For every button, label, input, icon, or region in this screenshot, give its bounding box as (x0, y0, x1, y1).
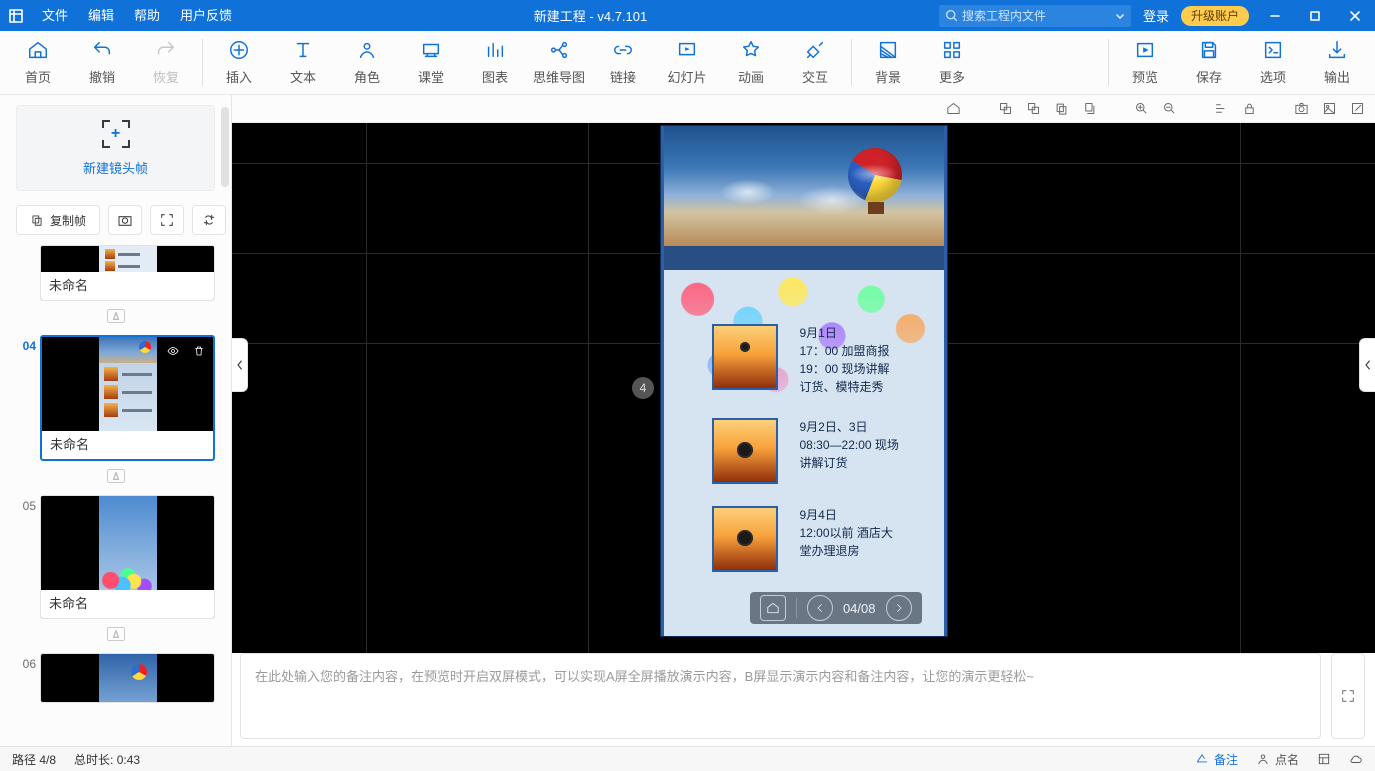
ribbon-slide[interactable]: 幻灯片 (655, 31, 719, 94)
ribbon-save[interactable]: 保存 (1177, 31, 1241, 94)
ribbon-more[interactable]: 更多 (920, 31, 984, 94)
status-notes-button[interactable]: 备注 (1195, 751, 1238, 768)
new-frame-button[interactable]: + 新建镜头帧 (16, 105, 215, 191)
ribbon-bg[interactable]: 背景 (856, 31, 920, 94)
tool-bring-front-icon[interactable] (997, 101, 1013, 117)
slide-number: 06 (16, 657, 36, 671)
title-bar: 文件 编辑 帮助 用户反馈 新建工程 - v4.7.101 搜索工程内文件 登录… (0, 0, 1375, 31)
status-path: 路径 4/8 (12, 751, 56, 768)
ribbon-class[interactable]: 课堂 (399, 31, 463, 94)
window-title: 新建工程 - v4.7.101 (242, 6, 939, 25)
tool-clone-icon[interactable] (1053, 101, 1069, 117)
schedule-item-2: 9月2日、3日 08:30—22:00 现场 讲解订货 (712, 418, 926, 484)
ribbon-home[interactable]: 首页 (6, 31, 70, 94)
ribbon-export[interactable]: 输出 (1305, 31, 1369, 94)
loop-button[interactable] (192, 205, 226, 235)
menu-feedback[interactable]: 用户反馈 (170, 0, 242, 31)
tool-lock-icon[interactable] (1241, 101, 1257, 117)
search-placeholder: 搜索工程内文件 (962, 7, 1115, 24)
slide-caption: 未命名 (41, 272, 214, 300)
notes-expand-button[interactable] (1331, 653, 1365, 739)
hero-image (664, 126, 944, 246)
ribbon-preview[interactable]: 预览 (1113, 31, 1177, 94)
minimize-button[interactable] (1255, 0, 1295, 31)
tool-align-icon[interactable] (1213, 101, 1229, 117)
ribbon-insert[interactable]: 插入 (207, 31, 271, 94)
editor-top-tools (232, 95, 1375, 123)
tool-edit-icon[interactable] (1349, 101, 1365, 117)
notes-input[interactable]: 在此处输入您的备注内容，在预览时开启双屏模式，可以实现A屏全屏播放演示内容，B屏… (240, 653, 1321, 739)
tool-home-icon[interactable] (945, 101, 961, 117)
ribbon-anim[interactable]: 动画 (719, 31, 783, 94)
status-duration: 总时长: 0:43 (74, 751, 140, 768)
main-menu: 文件 编辑 帮助 用户反馈 (32, 0, 242, 31)
new-frame-label: 新建镜头帧 (83, 158, 148, 177)
close-button[interactable] (1335, 0, 1375, 31)
slide-item-06[interactable]: 06 (16, 653, 215, 703)
search-dropdown-icon[interactable] (1115, 11, 1125, 21)
tool-zoom-in-icon[interactable] (1133, 101, 1149, 117)
notes-area: 在此处输入您的备注内容，在预览时开启双屏模式，可以实现A屏全屏播放演示内容，B屏… (240, 653, 1365, 739)
canvas-nav-overlay: 04/08 (750, 592, 922, 624)
ribbon-chart[interactable]: 图表 (463, 31, 527, 94)
menu-help[interactable]: 帮助 (124, 0, 170, 31)
phone-artboard[interactable]: 9月1日 17：00 加盟商报 19：00 现场讲解 订货、模特走秀 9月2日、… (661, 126, 947, 636)
slide-caption: 未命名 (42, 431, 213, 459)
search-box[interactable]: 搜索工程内文件 (939, 5, 1131, 27)
slide-delete-icon[interactable] (189, 341, 209, 361)
overlay-home-button[interactable] (760, 595, 786, 621)
slide-item-05[interactable]: 05 未命名 (16, 495, 215, 619)
app-logo-icon (0, 8, 32, 24)
slide-item-03[interactable]: 未命名 (16, 245, 215, 301)
transition-marker[interactable] (107, 627, 125, 641)
overlay-page-indicator: 04/08 (843, 601, 876, 616)
slide-panel: + 新建镜头帧 复制帧 (0, 95, 232, 746)
overlay-prev-button[interactable] (807, 595, 833, 621)
copy-frame-button[interactable]: 复制帧 (16, 205, 100, 235)
ribbon-link[interactable]: 链接 (591, 31, 655, 94)
slide-item-04[interactable]: 04 (16, 335, 215, 461)
ribbon-undo[interactable]: 撤销 (70, 31, 134, 94)
maximize-button[interactable] (1295, 0, 1335, 31)
ribbon-toolbar: 首页 撤销 恢复 插入 文本 角色 课堂 图表 思维导图 链接 幻灯片 动画 交… (0, 31, 1375, 95)
left-scrollbar[interactable] (221, 107, 229, 187)
transition-marker[interactable] (107, 469, 125, 483)
scan-button[interactable] (150, 205, 184, 235)
menu-edit[interactable]: 编辑 (78, 0, 124, 31)
window-controls (1255, 0, 1375, 31)
ribbon-options[interactable]: 选项 (1241, 31, 1305, 94)
canvas-page-badge: 4 (632, 377, 654, 399)
ribbon-interact[interactable]: 交互 (783, 31, 847, 94)
tool-copy-icon[interactable] (1081, 101, 1097, 117)
transition-marker[interactable] (107, 309, 125, 323)
status-layout-button[interactable] (1317, 752, 1331, 766)
tool-send-back-icon[interactable] (1025, 101, 1041, 117)
schedule-item-3: 9月4日 12:00以前 酒店大 堂办理退房 (712, 506, 926, 572)
slide-number: 04 (16, 339, 36, 353)
schedule-item-1: 9月1日 17：00 加盟商报 19：00 现场讲解 订货、模特走秀 (712, 324, 926, 396)
slide-preview-icon[interactable] (163, 341, 183, 361)
tool-image-icon[interactable] (1321, 101, 1337, 117)
upgrade-button[interactable]: 升级账户 (1181, 6, 1249, 26)
ribbon-mindmap[interactable]: 思维导图 (527, 31, 591, 94)
collapse-left-tab[interactable] (232, 338, 248, 392)
status-bar: 路径 4/8 总时长: 0:43 备注 点名 (0, 746, 1375, 771)
slide-number: 05 (16, 499, 36, 513)
camera-button[interactable] (108, 205, 142, 235)
ribbon-text[interactable]: 文本 (271, 31, 335, 94)
ribbon-role[interactable]: 角色 (335, 31, 399, 94)
collapse-right-tab[interactable] (1359, 338, 1375, 392)
ribbon-redo: 恢复 (134, 31, 198, 94)
overlay-next-button[interactable] (886, 595, 912, 621)
slide-caption: 未命名 (41, 590, 214, 618)
menu-file[interactable]: 文件 (32, 0, 78, 31)
tool-zoom-out-icon[interactable] (1161, 101, 1177, 117)
canvas[interactable]: 4 9月1日 17：00 加盟商报 19：00 现场讲解 订货、模特走秀 9月2… (232, 123, 1375, 653)
login-link[interactable]: 登录 (1131, 6, 1181, 25)
status-naming-button[interactable]: 点名 (1256, 751, 1299, 768)
status-cloud-button[interactable] (1349, 752, 1363, 766)
tool-camera-icon[interactable] (1293, 101, 1309, 117)
